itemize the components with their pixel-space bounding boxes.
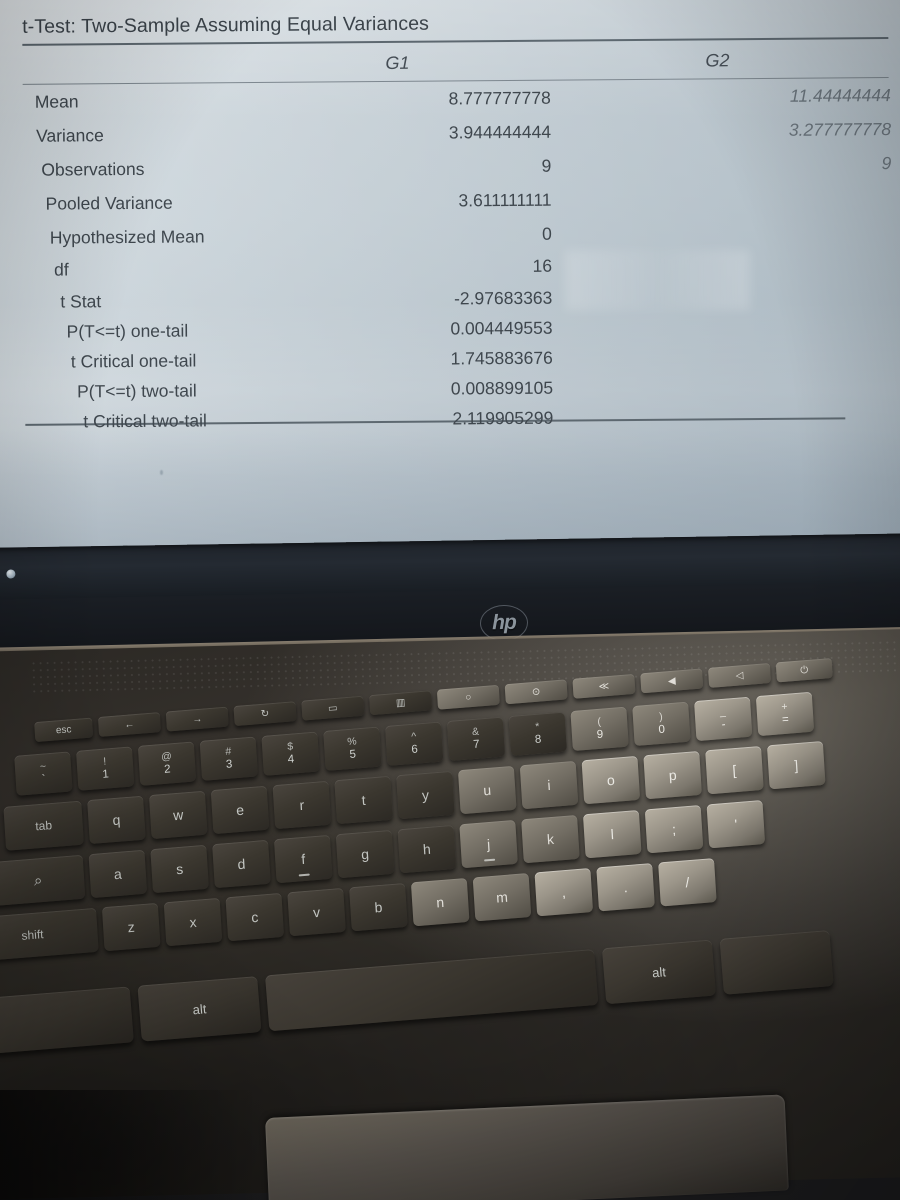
row-value-g1: 0.004449553 [450, 317, 553, 339]
screen-dust-speck [160, 470, 163, 475]
key-0[interactable]: ) 0 [632, 701, 691, 747]
key-reload[interactable]: ↻ [233, 701, 297, 727]
key-9[interactable]: (9 [570, 706, 629, 752]
key-g[interactable]: g [335, 829, 395, 879]
key-fullscreen[interactable]: ▭ [301, 695, 365, 721]
row-label: P(T<=t) one-tail [66, 320, 189, 342]
key-brightness-up[interactable]: ⊙ [504, 679, 568, 705]
row-label: P(T<=t) two-tail [76, 380, 197, 402]
key-v[interactable]: v [287, 887, 346, 937]
key-7[interactable]: & 7 [446, 716, 506, 761]
key-r[interactable]: r [272, 780, 332, 830]
key-bracket-left[interactable]: [ [705, 745, 764, 795]
row-label: t Stat [60, 291, 102, 312]
key-h[interactable]: h [397, 824, 457, 874]
row-label: t Critical one-tail [70, 350, 197, 372]
key-q[interactable]: q [87, 795, 146, 845]
row-value-g1: 3.611111111 [458, 189, 552, 211]
key-n[interactable]: n [410, 877, 470, 927]
report-title: t-Test: Two-Sample Assuming Equal Varian… [22, 12, 430, 38]
row-value-g1: 3.944444444 [448, 121, 552, 143]
key-b[interactable]: b [349, 882, 408, 932]
key-d[interactable]: d [212, 839, 271, 889]
row-label: Pooled Variance [45, 192, 173, 214]
key-alt-left[interactable]: alt [137, 976, 262, 1042]
row-value-g1: 0.008899105 [450, 377, 554, 399]
column-header-g2: G2 [705, 50, 730, 71]
key-brightness-down[interactable]: ○ [436, 684, 500, 710]
key-y[interactable]: y [396, 770, 455, 820]
photo-of-laptop: t-Test: Two-Sample Assuming Equal Varian… [0, 0, 900, 1200]
key-w[interactable]: w [148, 790, 208, 840]
key-backtick[interactable]: ~ ` [14, 751, 73, 796]
row-label: t Critical two-tail [83, 410, 207, 432]
row-value-g2: 3.277777778 [788, 119, 892, 140]
key-8[interactable]: * 8 [508, 711, 567, 757]
webcam-lens [6, 569, 16, 579]
key-a[interactable]: a [88, 849, 148, 899]
key-slash[interactable]: / [658, 858, 717, 907]
key-power[interactable]: ⏻ [775, 657, 833, 683]
row-label: Observations [41, 158, 145, 180]
key-bracket-right[interactable]: ] [766, 740, 826, 790]
key-p[interactable]: p [643, 750, 702, 800]
key-2[interactable]: @2 [137, 741, 197, 786]
row-value-g1: 9 [541, 155, 552, 176]
key-esc[interactable]: esc [34, 717, 94, 743]
key-c[interactable]: c [225, 892, 285, 942]
row-value-g1: -2.97683363 [453, 287, 553, 309]
key-back[interactable]: ← [97, 712, 162, 737]
key-o[interactable]: o [581, 755, 641, 805]
key-u[interactable]: u [457, 765, 517, 815]
key-semicolon[interactable]: ; [644, 804, 704, 854]
key-4[interactable]: $4 [261, 731, 320, 776]
key-k[interactable]: k [521, 814, 580, 864]
row-value-g1: 0 [542, 223, 552, 244]
key-e[interactable]: e [210, 785, 270, 835]
row-value-g1: 16 [532, 255, 553, 276]
key-period[interactable]: . [596, 863, 655, 912]
row-value-g1: 1.745883676 [450, 347, 553, 369]
key-minus[interactable]: _ - [694, 696, 753, 742]
key-quote[interactable]: ' [706, 800, 766, 849]
key-alt-right[interactable]: alt [601, 939, 717, 1005]
key-1[interactable]: ! 1 [76, 746, 135, 791]
laptop-screen: t-Test: Two-Sample Assuming Equal Varian… [0, 0, 900, 556]
key-3[interactable]: #3 [199, 736, 258, 781]
row-value-g1: 8.777777778 [448, 87, 551, 109]
key-shift-left[interactable]: shift [0, 907, 99, 963]
row-label: Variance [35, 125, 104, 146]
row-label: Mean [34, 91, 79, 112]
key-volume-down[interactable]: ◀ [640, 668, 704, 694]
key-l[interactable]: l [582, 809, 642, 859]
key-t[interactable]: t [334, 775, 393, 825]
key-mute[interactable]: ≪ [572, 673, 636, 699]
column-header-g1: G1 [385, 52, 410, 73]
row-value-g2: 9 [881, 153, 892, 174]
key-6[interactable]: ^ 6 [385, 721, 444, 766]
search-icon[interactable]: ⌕ [0, 854, 86, 906]
key-m[interactable]: m [472, 872, 532, 922]
key-5[interactable]: % 5 [323, 726, 382, 771]
key-s[interactable]: s [150, 844, 209, 894]
key-equals[interactable]: + = [755, 691, 815, 737]
row-label: Hypothesized Mean [49, 226, 205, 248]
ttest-report: t-Test: Two-Sample Assuming Equal Varian… [0, 0, 900, 470]
key-overview[interactable]: ▥ [369, 690, 433, 716]
key-comma[interactable]: , [534, 868, 594, 917]
key-f[interactable]: f [273, 834, 333, 884]
key-i[interactable]: i [519, 760, 579, 810]
rule-under-title [22, 37, 889, 47]
row-value-g1: 2.119905299 [452, 407, 554, 429]
row-value-g2: 11.44444444 [789, 85, 891, 106]
key-volume-up[interactable]: ◁ [707, 662, 772, 688]
key-x[interactable]: x [163, 897, 223, 947]
key-j[interactable]: j [459, 819, 518, 869]
key-z[interactable]: z [101, 902, 161, 952]
key-tab[interactable]: tab [3, 800, 84, 851]
rule-under-headers [22, 77, 889, 86]
row-label: df [54, 259, 69, 280]
key-ctrl-right[interactable] [719, 930, 834, 995]
key-forward[interactable]: → [165, 706, 229, 732]
